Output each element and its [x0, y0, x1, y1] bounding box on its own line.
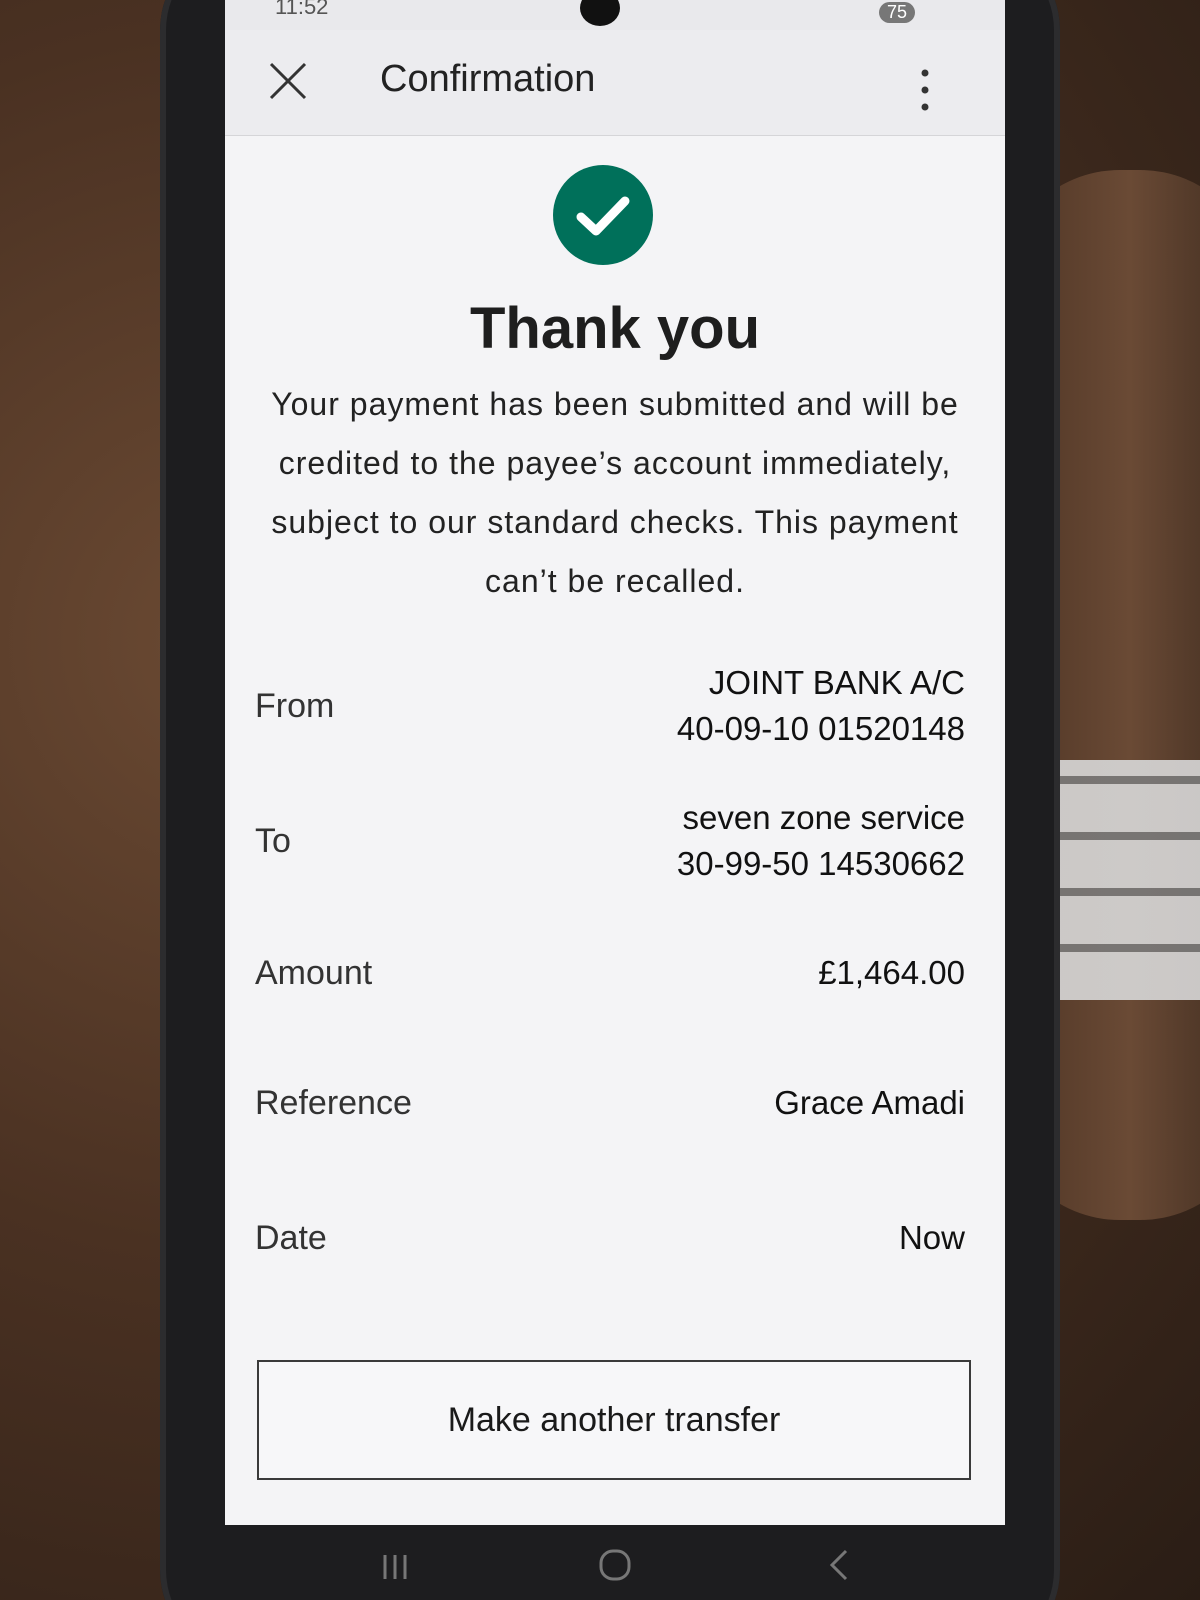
recent-apps-icon[interactable] [375, 1543, 415, 1583]
amount-label: Amount [255, 953, 373, 992]
confirmation-heading: Thank you [469, 296, 761, 361]
confirmation-message: Your payment has been submitted and will… [271, 386, 959, 599]
amount-row: Amount £1,464.00 [255, 950, 965, 996]
home-icon[interactable] [595, 1543, 635, 1583]
from-row: From JOINT BANK A/C 40-09-10 01520148 [255, 660, 965, 752]
success-badge [553, 165, 653, 265]
close-icon [269, 62, 307, 100]
header-bar: Confirmation [225, 30, 1005, 136]
to-value: seven zone service 30-99-50 14530662 [677, 795, 965, 887]
from-label: From [255, 686, 335, 725]
page-title: Confirmation [380, 58, 596, 100]
reference-value: Grace Amadi [774, 1084, 965, 1121]
amount-value: £1,464.00 [818, 954, 965, 991]
reference-row: Reference Grace Amadi [255, 1080, 965, 1126]
date-row: Date Now [255, 1215, 965, 1261]
date-label: Date [255, 1218, 327, 1257]
reference-label: Reference [255, 1083, 412, 1122]
from-account-name: JOINT BANK A/C [708, 664, 965, 701]
more-vertical-icon [921, 69, 929, 111]
from-value: JOINT BANK A/C 40-09-10 01520148 [677, 660, 965, 752]
date-value: Now [898, 1219, 965, 1256]
checkmark-icon [576, 196, 630, 236]
from-account-number: 40-09-10 01520148 [676, 710, 965, 747]
status-bar: 11:52 75 [225, 0, 1005, 30]
app-screen: 11:52 75 Confirmation Thank you Your pay… [225, 0, 1005, 1560]
photo-scene: 11:52 75 Confirmation Thank you Your pay… [0, 0, 1200, 1600]
front-camera [580, 0, 620, 26]
battery-level: 75 [878, 2, 915, 23]
payee-account-number: 30-99-50 14530662 [676, 845, 965, 882]
more-options-button[interactable] [915, 66, 935, 116]
back-icon[interactable] [820, 1543, 860, 1583]
to-label: To [255, 821, 291, 860]
close-button[interactable] [263, 56, 313, 106]
keyboard-background [1050, 760, 1200, 1000]
payee-name: seven zone service [682, 799, 965, 836]
android-nav-bar [225, 1525, 1005, 1600]
to-row: To seven zone service 30-99-50 14530662 [255, 795, 965, 887]
status-time: 11:52 [275, 0, 329, 19]
make-another-transfer-button[interactable]: Make another transfer [257, 1360, 971, 1480]
